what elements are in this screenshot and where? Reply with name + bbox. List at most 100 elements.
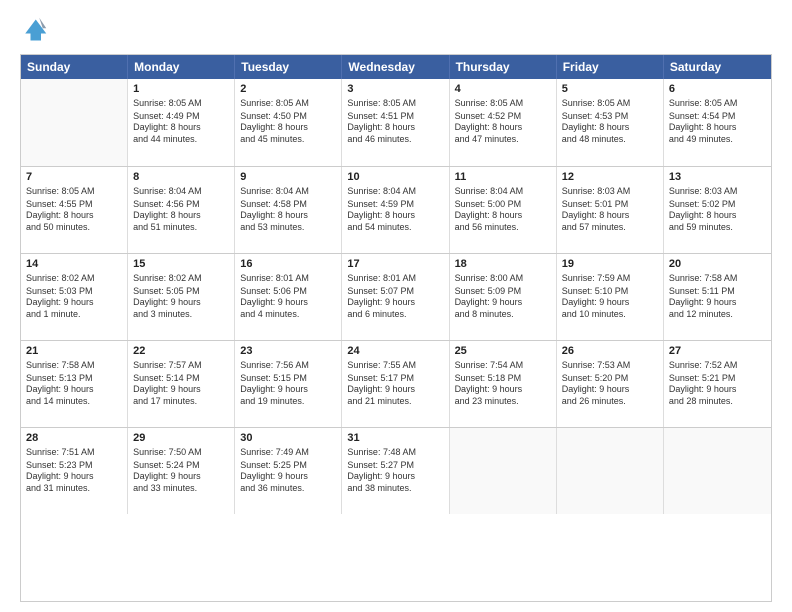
daylight-text-1: Daylight: 8 hours — [26, 210, 122, 222]
daylight-text-1: Daylight: 9 hours — [26, 384, 122, 396]
sunrise-text: Sunrise: 8:01 AM — [347, 272, 443, 285]
daylight-text-1: Daylight: 8 hours — [669, 210, 766, 222]
sunset-text: Sunset: 5:17 PM — [347, 372, 443, 385]
sunrise-text: Sunrise: 8:05 AM — [133, 97, 229, 110]
calendar: SundayMondayTuesdayWednesdayThursdayFrid… — [20, 54, 772, 602]
sunrise-text: Sunrise: 7:50 AM — [133, 446, 229, 459]
logo-icon — [20, 16, 48, 44]
daylight-text-1: Daylight: 9 hours — [669, 297, 766, 309]
day-number: 13 — [669, 171, 766, 183]
header-day-wednesday: Wednesday — [342, 55, 449, 79]
calendar-cell: 20Sunrise: 7:58 AMSunset: 5:11 PMDayligh… — [664, 254, 771, 340]
sunrise-text: Sunrise: 8:01 AM — [240, 272, 336, 285]
daylight-text-2: and 26 minutes. — [562, 396, 658, 408]
daylight-text-1: Daylight: 9 hours — [347, 471, 443, 483]
calendar-cell: 9Sunrise: 8:04 AMSunset: 4:58 PMDaylight… — [235, 167, 342, 253]
sunrise-text: Sunrise: 7:58 AM — [26, 359, 122, 372]
sunset-text: Sunset: 5:05 PM — [133, 285, 229, 298]
daylight-text-1: Daylight: 9 hours — [26, 297, 122, 309]
calendar-cell: 19Sunrise: 7:59 AMSunset: 5:10 PMDayligh… — [557, 254, 664, 340]
daylight-text-2: and 57 minutes. — [562, 222, 658, 234]
daylight-text-2: and 36 minutes. — [240, 483, 336, 495]
sunset-text: Sunset: 4:55 PM — [26, 198, 122, 211]
daylight-text-2: and 49 minutes. — [669, 134, 766, 146]
day-number: 28 — [26, 432, 122, 444]
sunset-text: Sunset: 5:01 PM — [562, 198, 658, 211]
daylight-text-1: Daylight: 9 hours — [669, 384, 766, 396]
calendar-cell: 7 Sunrise: 8:05 AMSunset: 4:55 PMDaylight… — [21, 167, 128, 253]
calendar-row-4: 21Sunrise: 7:58 AMSunset: 5:13 PMDayligh… — [21, 340, 771, 427]
sunrise-text: Sunrise: 7:59 AM — [562, 272, 658, 285]
sunset-text: Sunset: 5:02 PM — [669, 198, 766, 211]
sunset-text: Sunset: 4:56 PM — [133, 198, 229, 211]
daylight-text-2: and 45 minutes. — [240, 134, 336, 146]
calendar-header: SundayMondayTuesdayWednesdayThursdayFrid… — [21, 55, 771, 79]
day-number: 6 — [669, 83, 766, 95]
sunrise-text: Sunrise: 8:04 AM — [455, 185, 551, 198]
daylight-text-1: Daylight: 9 hours — [455, 297, 551, 309]
sunset-text: Sunset: 5:14 PM — [133, 372, 229, 385]
daylight-text-1: Daylight: 8 hours — [133, 122, 229, 134]
day-number: 7 — [26, 171, 122, 183]
daylight-text-2: and 3 minutes. — [133, 309, 229, 321]
calendar-cell — [450, 428, 557, 514]
sunset-text: Sunset: 4:49 PM — [133, 110, 229, 123]
calendar-cell: 26Sunrise: 7:53 AMSunset: 5:20 PMDayligh… — [557, 341, 664, 427]
daylight-text-2: and 12 minutes. — [669, 309, 766, 321]
sunrise-text: Sunrise: 8:03 AM — [562, 185, 658, 198]
sunset-text: Sunset: 4:58 PM — [240, 198, 336, 211]
sunset-text: Sunset: 4:59 PM — [347, 198, 443, 211]
sunrise-text: Sunrise: 8:05 AM — [669, 97, 766, 110]
calendar-cell: 8Sunrise: 8:04 AMSunset: 4:56 PMDaylight… — [128, 167, 235, 253]
day-number: 14 — [26, 258, 122, 270]
calendar-cell: 6Sunrise: 8:05 AMSunset: 4:54 PMDaylight… — [664, 79, 771, 166]
daylight-text-1: Daylight: 8 hours — [240, 122, 336, 134]
calendar-cell: 23Sunrise: 7:56 AMSunset: 5:15 PMDayligh… — [235, 341, 342, 427]
sunset-text: Sunset: 5:20 PM — [562, 372, 658, 385]
daylight-text-2: and 14 minutes. — [26, 396, 122, 408]
calendar-cell: 25Sunrise: 7:54 AMSunset: 5:18 PMDayligh… — [450, 341, 557, 427]
calendar-cell: 10Sunrise: 8:04 AMSunset: 4:59 PMDayligh… — [342, 167, 449, 253]
header-day-sunday: Sunday — [21, 55, 128, 79]
sunset-text: Sunset: 4:50 PM — [240, 110, 336, 123]
sunrise-text: Sunrise: 8:05 AM — [26, 185, 122, 198]
sunrise-text: Sunrise: 8:03 AM — [669, 185, 766, 198]
calendar-row-3: 14Sunrise: 8:02 AMSunset: 5:03 PMDayligh… — [21, 253, 771, 340]
calendar-cell: 14Sunrise: 8:02 AMSunset: 5:03 PMDayligh… — [21, 254, 128, 340]
sunset-text: Sunset: 5:03 PM — [26, 285, 122, 298]
sunset-text: Sunset: 4:51 PM — [347, 110, 443, 123]
calendar-cell: 28Sunrise: 7:51 AMSunset: 5:23 PMDayligh… — [21, 428, 128, 514]
day-number: 4 — [455, 83, 551, 95]
sunrise-text: Sunrise: 7:57 AM — [133, 359, 229, 372]
daylight-text-1: Daylight: 9 hours — [133, 384, 229, 396]
sunrise-text: Sunrise: 7:48 AM — [347, 446, 443, 459]
sunrise-text: Sunrise: 8:05 AM — [562, 97, 658, 110]
calendar-cell: 5Sunrise: 8:05 AMSunset: 4:53 PMDaylight… — [557, 79, 664, 166]
calendar-cell: 22Sunrise: 7:57 AMSunset: 5:14 PMDayligh… — [128, 341, 235, 427]
daylight-text-2: and 28 minutes. — [669, 396, 766, 408]
sunrise-text: Sunrise: 7:52 AM — [669, 359, 766, 372]
calendar-cell: 21Sunrise: 7:58 AMSunset: 5:13 PMDayligh… — [21, 341, 128, 427]
header-day-friday: Friday — [557, 55, 664, 79]
daylight-text-2: and 31 minutes. — [26, 483, 122, 495]
sunset-text: Sunset: 5:10 PM — [562, 285, 658, 298]
calendar-cell: 11Sunrise: 8:04 AMSunset: 5:00 PMDayligh… — [450, 167, 557, 253]
calendar-row-2: 7Sunrise: 8:05 AMSunset: 4:55 PMDaylight… — [21, 166, 771, 253]
header — [20, 16, 772, 44]
daylight-text-1: Daylight: 9 hours — [240, 384, 336, 396]
daylight-text-2: and 38 minutes. — [347, 483, 443, 495]
daylight-text-2: and 6 minutes. — [347, 309, 443, 321]
daylight-text-1: Daylight: 8 hours — [455, 122, 551, 134]
day-number: 17 — [347, 258, 443, 270]
calendar-cell: 15Sunrise: 8:02 AMSunset: 5:05 PMDayligh… — [128, 254, 235, 340]
calendar-cell: 30Sunrise: 7:49 AMSunset: 5:25 PMDayligh… — [235, 428, 342, 514]
daylight-text-2: and 23 minutes. — [455, 396, 551, 408]
daylight-text-1: Daylight: 8 hours — [133, 210, 229, 222]
header-day-saturday: Saturday — [664, 55, 771, 79]
calendar-row-5: 28Sunrise: 7:51 AMSunset: 5:23 PMDayligh… — [21, 427, 771, 514]
sunset-text: Sunset: 5:25 PM — [240, 459, 336, 472]
day-number: 16 — [240, 258, 336, 270]
daylight-text-1: Daylight: 9 hours — [347, 384, 443, 396]
calendar-cell: 13 Sunrise: 8:03 AMSunset: 5:02 PMDayligh… — [664, 167, 771, 253]
sunset-text: Sunset: 5:18 PM — [455, 372, 551, 385]
